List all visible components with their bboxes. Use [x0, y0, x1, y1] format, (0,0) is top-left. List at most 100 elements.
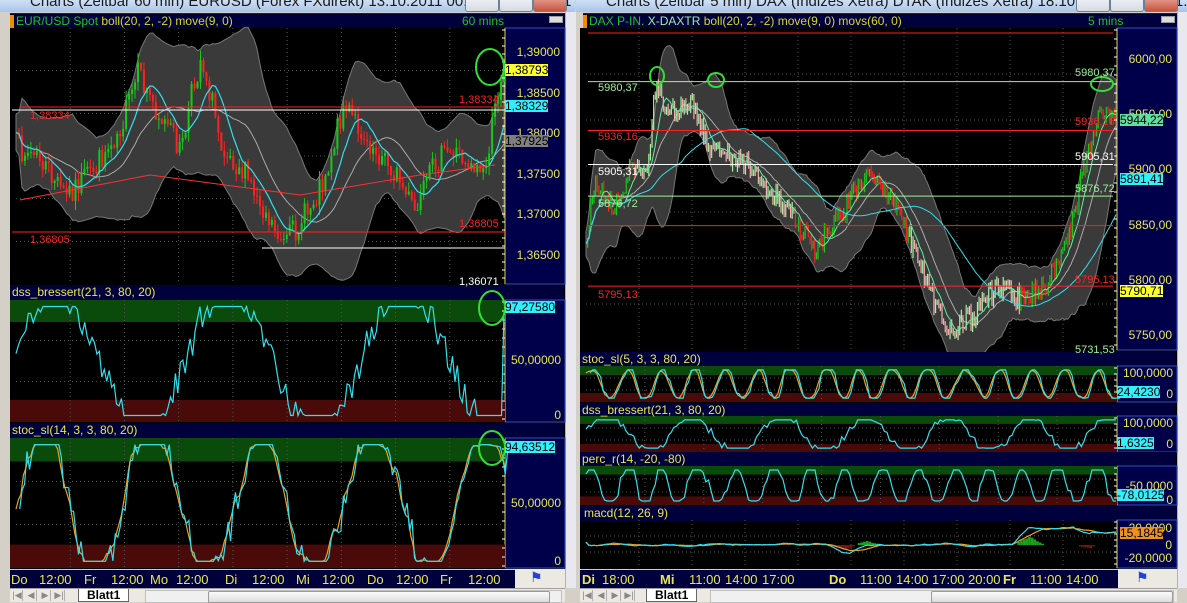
candle-down — [226, 156, 229, 158]
pin-icon[interactable]: ⚑ — [530, 569, 543, 586]
indicator-value-marker: 97,27580 — [505, 300, 556, 314]
price-axis-label: 1,39000 — [516, 45, 560, 59]
time-axis-label: Fr — [84, 572, 97, 587]
candle-up — [178, 141, 181, 153]
histogram-negative — [1092, 545, 1095, 547]
indicator-header — [580, 506, 1177, 521]
scroll-thumb[interactable] — [208, 591, 550, 603]
indicator-value-marker: 24,4230 — [1117, 385, 1161, 399]
histogram-negative — [1078, 545, 1082, 547]
candle-down — [160, 118, 163, 124]
next-sheet-button[interactable]: ▶ — [40, 590, 51, 601]
candle-down — [446, 147, 449, 152]
price-axis-label: 1,36500 — [516, 248, 560, 262]
time-axis-label: Fr — [1003, 572, 1016, 587]
candle-up — [440, 145, 443, 172]
candle-up — [134, 82, 137, 90]
candle-up — [416, 210, 419, 212]
candle-up — [238, 167, 241, 175]
candle-up — [407, 191, 410, 195]
time-axis-label: Do — [367, 572, 384, 587]
time-axis-label: Do — [829, 572, 847, 587]
level-label: 5980,37 — [598, 82, 638, 94]
first-sheet-button[interactable]: |◀ — [12, 590, 23, 601]
candle-down — [256, 195, 259, 197]
level-label: 5795,13 — [1075, 274, 1115, 286]
histogram-positive — [1030, 537, 1034, 545]
candle-up — [336, 118, 339, 149]
pin-icon[interactable]: ⚑ — [1136, 569, 1149, 586]
prev-sheet-button[interactable]: ◀ — [26, 590, 37, 601]
level-label: 5936,16 — [1075, 116, 1115, 128]
last-sheet-button[interactable]: ▶| — [624, 590, 635, 601]
low-price-marker: 5790,71 — [1120, 284, 1164, 298]
histogram-positive — [1041, 543, 1045, 545]
indicator-axis-label: -20,0000 — [1124, 551, 1172, 565]
indicator-axis-label: 0 — [1165, 538, 1172, 552]
candle-up — [333, 148, 336, 156]
left-horizontal-scrollbar[interactable] — [145, 590, 562, 603]
candle-down — [47, 161, 50, 164]
sheet-tab-blatt1[interactable]: Blatt1 — [646, 589, 698, 602]
candle-down — [193, 83, 196, 89]
first-sheet-button[interactable]: |◀ — [582, 590, 593, 601]
candle-down — [357, 114, 360, 134]
level-label-low: 5731,53 — [1075, 344, 1115, 356]
oversold-band — [10, 400, 505, 422]
candle-up — [470, 163, 473, 168]
histogram-positive — [1038, 542, 1042, 545]
candle-up — [330, 155, 333, 173]
time-axis-label: 14:00 — [896, 572, 929, 587]
candle-down — [92, 167, 95, 172]
histogram-positive — [862, 541, 866, 545]
prev-sheet-button[interactable]: ◀ — [596, 590, 607, 601]
candle-down — [175, 127, 178, 153]
candle-down — [101, 149, 104, 167]
time-axis-label: 17:00 — [762, 572, 795, 587]
histogram-positive — [865, 540, 869, 545]
candle-down — [119, 133, 122, 137]
candle-up — [29, 151, 32, 153]
last-sheet-button[interactable]: ▶| — [54, 590, 65, 601]
indicator-title: dss_bressert(21, 3, 80, 20) — [12, 285, 156, 299]
time-axis-label: 17:00 — [932, 572, 965, 587]
candle-down — [306, 203, 309, 215]
time-axis-label: 11:00 — [689, 572, 721, 587]
candle-up — [80, 172, 83, 194]
candle-up — [303, 203, 306, 224]
candle-up — [128, 93, 131, 100]
scroll-thumb[interactable] — [931, 591, 1173, 603]
candle-down — [479, 165, 482, 173]
candle-down — [464, 163, 467, 165]
price-axis-label: 1,37500 — [516, 167, 560, 181]
candle-up — [383, 153, 386, 156]
histogram-negative — [852, 545, 856, 547]
time-axis-label: 12:00 — [252, 572, 285, 587]
candle-down — [232, 155, 235, 170]
candle-down — [443, 145, 446, 148]
indicator-axis-label: 0 — [554, 554, 561, 568]
right-horizontal-scrollbar[interactable] — [710, 590, 1174, 603]
indicator-value-marker: -78,0125 — [1117, 488, 1165, 502]
time-axis-label: Di — [582, 572, 595, 587]
left-sheet-bar: |◀ ◀ ▶ ▶| Blatt1 — [10, 588, 565, 603]
time-axis-label: Fr — [440, 572, 453, 587]
candle-down — [389, 166, 392, 176]
candle-down — [59, 176, 62, 186]
level-label-support-right: 1,36805 — [459, 218, 499, 230]
candle-up — [184, 132, 187, 138]
next-sheet-button[interactable]: ▶ — [610, 590, 621, 601]
indicator-axis-label: 0 — [1166, 387, 1173, 401]
candle-down — [434, 158, 437, 171]
candle-down — [369, 141, 372, 154]
candle-down — [404, 187, 407, 195]
histogram-positive — [868, 541, 872, 545]
histogram-negative — [1089, 545, 1093, 549]
sheet-tab-blatt1[interactable]: Blatt1 — [78, 589, 130, 602]
level-label: 5795,13 — [598, 289, 638, 301]
candle-up — [327, 172, 330, 176]
candle-down — [62, 185, 65, 188]
histogram-negative — [1081, 545, 1085, 547]
candle-up — [74, 179, 77, 201]
candle-down — [139, 62, 142, 70]
